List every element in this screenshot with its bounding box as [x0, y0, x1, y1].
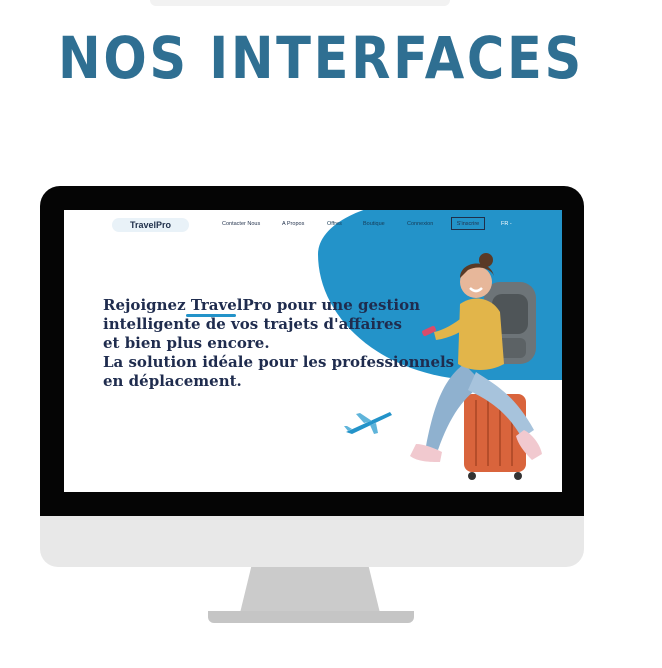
- nav-login[interactable]: Connexion: [407, 221, 433, 227]
- nav-shop[interactable]: Boutique: [363, 221, 385, 227]
- website-screen: TravelPro Contacter Nous A Propos Offres…: [64, 210, 562, 492]
- top-strip: [150, 0, 450, 6]
- monitor-stand: [240, 567, 380, 613]
- language-selector[interactable]: FR -: [501, 221, 512, 227]
- nav-about[interactable]: A Propos: [282, 221, 304, 227]
- monitor-chin: [40, 516, 584, 567]
- traveler-illustration: [410, 253, 542, 480]
- monitor-base: [208, 611, 414, 623]
- signup-button[interactable]: S'inscrire: [451, 217, 485, 230]
- page-title: NOS INTERFACES: [58, 24, 584, 92]
- nav-offers[interactable]: Offres: [327, 221, 342, 227]
- nav-contact[interactable]: Contacter Nous: [222, 221, 260, 227]
- logo[interactable]: TravelPro: [112, 218, 189, 232]
- brand-underline: [186, 314, 236, 317]
